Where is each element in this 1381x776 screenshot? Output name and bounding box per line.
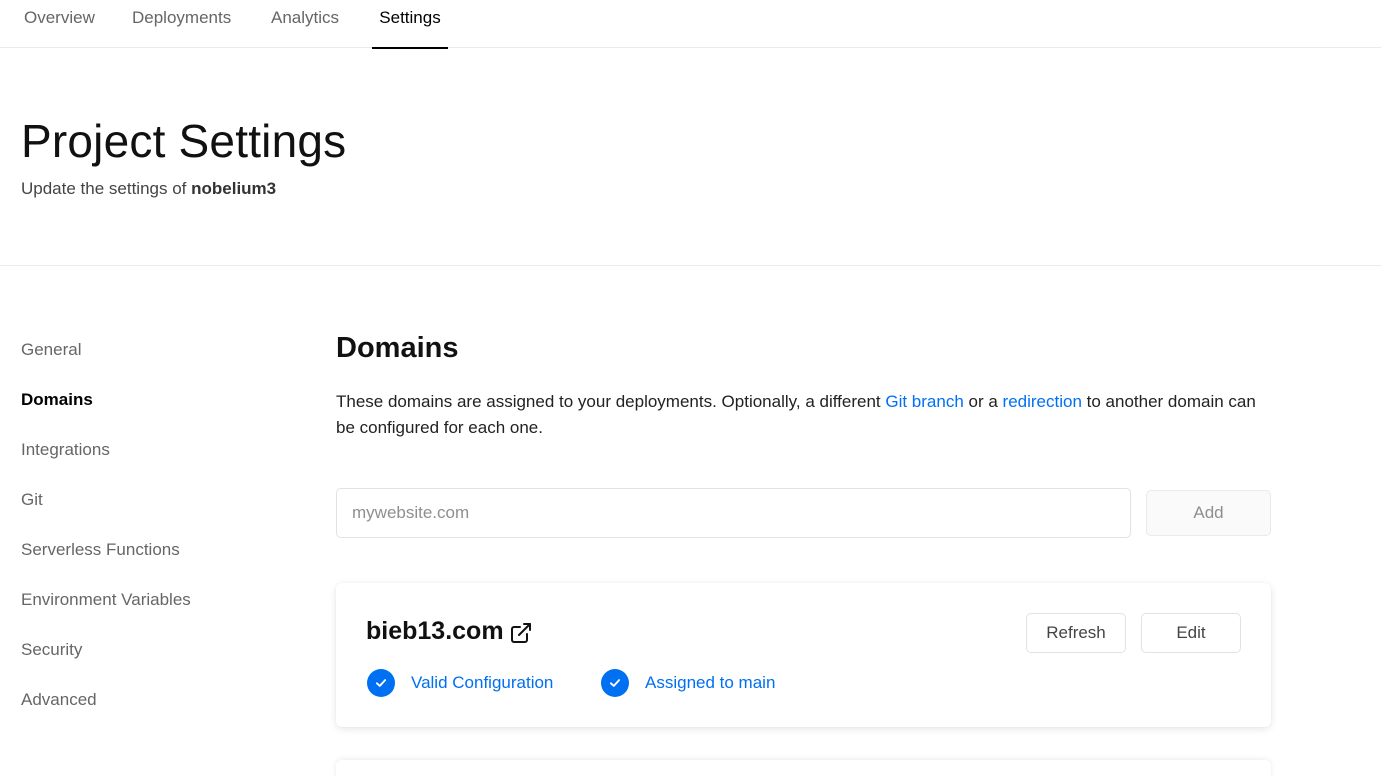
add-domain-button[interactable]: Add [1146,490,1271,536]
page-header: Project Settings Update the settings of … [0,48,1381,266]
redirection-link[interactable]: redirection [1003,392,1082,411]
assigned-branch-status[interactable]: Assigned to main [601,669,775,697]
tab-overview[interactable]: Overview [24,0,95,48]
section-description: These domains are assigned to your deplo… [336,389,1271,441]
desc-text: These domains are assigned to your deplo… [336,392,886,411]
sidebar-item-serverless-functions[interactable]: Serverless Functions [21,540,180,560]
sidebar-item-environment-variables[interactable]: Environment Variables [21,590,191,610]
sidebar-item-advanced[interactable]: Advanced [21,690,97,710]
tab-deployments[interactable]: Deployments [132,0,231,48]
domain-name-link[interactable]: bieb13.com [366,617,504,646]
project-name: nobelium3 [191,179,277,198]
section-title: Domains [336,332,459,364]
domain-input[interactable] [336,488,1131,538]
page-subtitle: Update the settings of nobelium3 [21,179,276,199]
check-circle-icon [367,669,395,697]
sidebar-item-general[interactable]: General [21,340,81,360]
subtitle-text: Update the settings of [21,179,192,198]
sidebar-item-integrations[interactable]: Integrations [21,440,110,460]
top-nav: Overview Deployments Analytics Settings [0,0,1381,49]
status-label: Valid Configuration [411,673,554,692]
tab-analytics[interactable]: Analytics [271,0,339,48]
git-branch-link[interactable]: Git branch [885,392,963,411]
desc-text: or a [963,392,1003,411]
sidebar-item-git[interactable]: Git [21,490,43,510]
page-title: Project Settings [21,115,347,167]
status-label: Assigned to main [645,673,776,692]
external-link-icon[interactable] [509,621,533,645]
valid-configuration-status[interactable]: Valid Configuration [367,669,553,697]
refresh-button[interactable]: Refresh [1026,613,1126,653]
sidebar-item-security[interactable]: Security [21,640,82,660]
tab-label: Analytics [271,8,340,27]
tab-settings[interactable]: Settings [372,0,448,49]
domain-card: bieb13.com Refresh Edit Valid Configurat… [336,583,1271,727]
check-circle-icon [601,669,629,697]
sidebar-item-domains[interactable]: Domains [21,390,93,410]
edit-button[interactable]: Edit [1141,613,1241,653]
tab-label: Overview [24,8,95,27]
domain-card-partial [336,760,1271,776]
tab-label: Deployments [132,8,232,27]
tab-label: Settings [379,8,441,27]
